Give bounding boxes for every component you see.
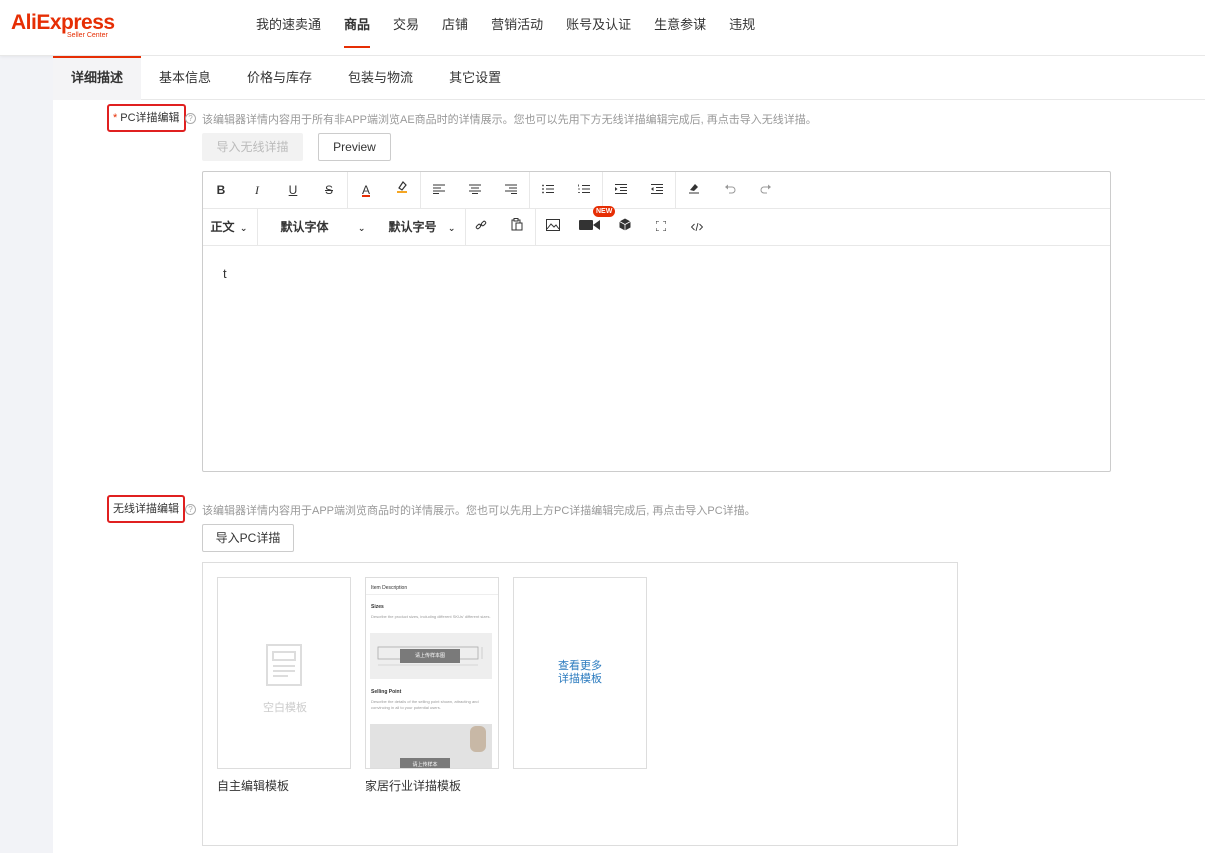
editor-content[interactable]: t xyxy=(223,266,227,281)
link-icon[interactable] xyxy=(471,209,491,245)
font-size-value: 默认字号 xyxy=(388,220,437,234)
pc-detail-label: * PC详描编辑 xyxy=(107,104,186,132)
fullscreen-icon[interactable] xyxy=(651,209,671,245)
underline-button[interactable]: U xyxy=(283,172,303,208)
template-sample-selling-heading: Selling Point xyxy=(371,689,402,695)
numbered-list-icon[interactable] xyxy=(574,172,594,208)
rich-text-editor: B I U S A 正文 ⌄ 默认字体 ⌄ 默认字号 ⌄ NEW t xyxy=(202,171,1111,472)
main-panel: 详细描述 基本信息 价格与库存 包装与物流 其它设置 * PC详描编辑 ? 该编辑… xyxy=(53,56,1205,853)
align-right-icon[interactable] xyxy=(501,172,521,208)
redo-icon[interactable] xyxy=(756,172,776,208)
template-caption: 家居行业详描模板 xyxy=(365,779,462,793)
template-sample-banner: 请上传样本 xyxy=(400,758,450,768)
subtab-bar: 详细描述 基本信息 价格与库存 包装与物流 其它设置 xyxy=(53,56,1205,100)
source-code-icon[interactable] xyxy=(687,209,707,245)
align-left-icon[interactable] xyxy=(429,172,449,208)
bold-button[interactable]: B xyxy=(211,172,231,208)
paste-icon[interactable] xyxy=(507,209,527,245)
strikethrough-button[interactable]: S xyxy=(319,172,339,208)
editor-toolbar-row-1: B I U S A xyxy=(203,172,1110,209)
help-icon[interactable]: ? xyxy=(185,504,196,515)
help-icon[interactable]: ? xyxy=(185,113,196,124)
view-more-templates-link[interactable]: 查看更多 详描模板 xyxy=(514,660,646,686)
template-sample-selling-text: Describe the details of the selling poin… xyxy=(371,699,479,710)
top-header: AliExpress Seller Center 我的速卖通 商品 交易 店铺 … xyxy=(0,0,1205,56)
template-panel: 空白模板 自主编辑模板 Item Description Sizes Descr… xyxy=(202,562,958,846)
divider xyxy=(366,594,498,595)
view-more-line1: 查看更多 xyxy=(558,660,602,672)
brand-name: AliExpress xyxy=(11,11,115,34)
photo-detail xyxy=(470,726,486,752)
chevron-down-icon: ⌄ xyxy=(447,223,456,233)
view-more-templates-card[interactable]: 查看更多 详描模板 xyxy=(513,577,647,769)
font-color-button[interactable]: A xyxy=(356,172,376,208)
template-sample-title: Item Description xyxy=(371,585,408,591)
nav-item-account[interactable]: 账号及认证 xyxy=(566,0,631,56)
paragraph-style-select[interactable]: 正文 ⌄ xyxy=(209,209,249,245)
toolbar-divider xyxy=(535,209,536,245)
toolbar-divider xyxy=(347,172,348,208)
undo-icon[interactable] xyxy=(720,172,740,208)
template-sample-sizes-text: Describe the product sizes, including di… xyxy=(371,614,491,619)
nav-item-products[interactable]: 商品 xyxy=(344,0,371,56)
home-industry-template-card[interactable]: Item Description Sizes Describe the prod… xyxy=(365,577,499,769)
new-badge: NEW xyxy=(593,206,616,217)
toolbar-divider xyxy=(602,172,603,208)
tab-price-inventory[interactable]: 价格与库存 xyxy=(229,56,330,100)
nav-item-orders[interactable]: 交易 xyxy=(393,0,419,56)
paragraph-style-value: 正文 xyxy=(210,220,235,234)
font-family-value: 默认字体 xyxy=(280,220,329,234)
import-mobile-detail-button[interactable]: 导入无线详描 xyxy=(202,133,303,161)
mobile-detail-hint: 该编辑器详情内容用于APP端浏览商品时的详情展示。您也可以先用上方PC详描编辑完… xyxy=(202,505,756,517)
chevron-down-icon: ⌄ xyxy=(357,223,366,233)
font-family-select[interactable]: 默认字体 ⌄ xyxy=(273,209,373,245)
nav-item-store[interactable]: 店铺 xyxy=(442,0,468,56)
tab-packaging-logistics[interactable]: 包装与物流 xyxy=(330,56,431,100)
clear-format-icon[interactable] xyxy=(684,172,704,208)
toolbar-divider xyxy=(420,172,421,208)
highlight-color-icon[interactable] xyxy=(392,172,412,208)
image-icon[interactable] xyxy=(543,209,563,245)
3d-cube-icon[interactable] xyxy=(615,209,635,245)
indent-icon[interactable] xyxy=(611,172,631,208)
template-sample-banner: 请上传样本图 xyxy=(400,649,460,663)
brand-subtitle: Seller Center xyxy=(67,32,108,39)
view-more-line2: 详描模板 xyxy=(558,673,602,685)
preview-button[interactable]: Preview xyxy=(318,133,391,161)
template-caption: 自主编辑模板 xyxy=(217,779,290,793)
font-size-select[interactable]: 默认字号 ⌄ xyxy=(387,209,457,245)
blank-template-card[interactable]: 空白模板 xyxy=(217,577,351,769)
tab-basic-info[interactable]: 基本信息 xyxy=(141,56,229,100)
chevron-down-icon: ⌄ xyxy=(239,223,248,233)
nav-item-violations[interactable]: 违规 xyxy=(729,0,755,56)
blank-template-label: 空白模板 xyxy=(263,702,307,714)
nav-item-my-aliexpress[interactable]: 我的速卖通 xyxy=(256,0,321,56)
bulleted-list-icon[interactable] xyxy=(538,172,558,208)
template-sample-sizes-heading: Sizes xyxy=(371,604,384,610)
required-mark: * xyxy=(113,112,118,124)
aliexpress-logo[interactable]: AliExpress Seller Center xyxy=(11,11,115,40)
template-sample-selling-image: 请上传样本 xyxy=(370,724,492,768)
align-center-icon[interactable] xyxy=(465,172,485,208)
italic-button[interactable]: I xyxy=(247,172,267,208)
pc-detail-hint: 该编辑器详情内容用于所有非APP端浏览AE商品时的详情展示。您也可以先用下方无线… xyxy=(202,114,817,126)
video-icon[interactable]: NEW xyxy=(577,206,616,245)
template-sample-size-image: 请上传样本图 xyxy=(370,633,492,679)
import-pc-detail-button[interactable]: 导入PC详描 xyxy=(202,524,294,552)
mobile-detail-label: 无线详描编辑 xyxy=(107,495,185,523)
tab-detail-description[interactable]: 详细描述 xyxy=(53,56,142,100)
toolbar-divider xyxy=(257,209,258,245)
toolbar-divider xyxy=(675,172,676,208)
toolbar-divider xyxy=(465,209,466,245)
main-nav: 我的速卖通 商品 交易 店铺 营销活动 账号及认证 生意参谋 违规 xyxy=(256,0,778,56)
blank-document-icon xyxy=(266,644,302,686)
nav-item-business-advisor[interactable]: 生意参谋 xyxy=(654,0,706,56)
outdent-icon[interactable] xyxy=(647,172,667,208)
toolbar-divider xyxy=(529,172,530,208)
pc-detail-label-text: PC详描编辑 xyxy=(120,112,180,124)
nav-item-marketing[interactable]: 营销活动 xyxy=(491,0,543,56)
editor-toolbar-row-2: 正文 ⌄ 默认字体 ⌄ 默认字号 ⌄ NEW xyxy=(203,206,1110,246)
tab-other-settings[interactable]: 其它设置 xyxy=(431,56,519,100)
